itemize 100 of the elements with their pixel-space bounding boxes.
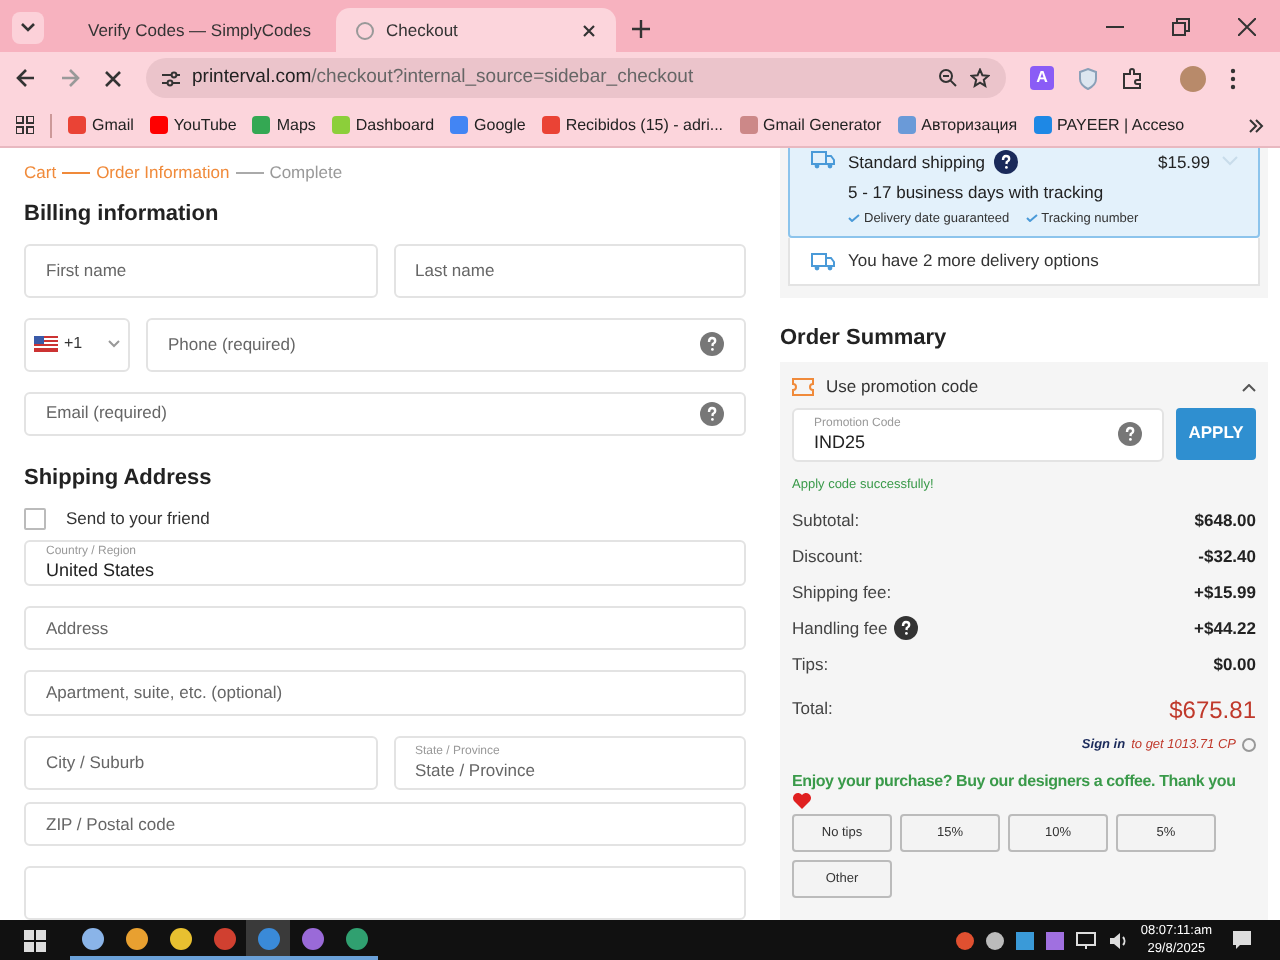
bookmark-icon — [897, 116, 916, 134]
zoom-icon[interactable] — [938, 68, 958, 88]
bookmark-icon — [68, 116, 86, 134]
site-settings-icon[interactable] — [162, 69, 180, 87]
country-code-select[interactable]: +1 — [24, 317, 130, 371]
bookmark-icon — [252, 116, 271, 134]
start-icon[interactable] — [24, 929, 46, 951]
bookmark[interactable]: PAYEER | Acceso — [1033, 113, 1185, 137]
summary-value: -$32.40 — [1198, 544, 1256, 570]
section-heading: Billing information — [24, 200, 221, 230]
first-name-field[interactable]: First name — [24, 243, 377, 297]
site-icon — [356, 21, 374, 39]
address-field[interactable]: Address — [24, 605, 746, 651]
shipping-price: $15.99 — [1158, 150, 1210, 176]
bookmark[interactable]: Dashboard — [331, 113, 435, 137]
more-bookmarks-icon[interactable] — [1248, 117, 1264, 133]
info-icon — [993, 150, 1018, 175]
bookmark-icon — [149, 116, 168, 134]
summary-value: $0.00 — [1213, 652, 1256, 678]
total-label: Total: — [792, 696, 833, 722]
truck-icon — [810, 150, 836, 170]
notification-icon[interactable] — [1232, 930, 1252, 950]
bookmark[interactable]: Gmail — [68, 113, 134, 137]
chevron-down-icon — [108, 340, 120, 348]
restore-icon[interactable] — [1172, 18, 1190, 36]
check-icon — [848, 214, 860, 223]
bookmark[interactable]: YouTube — [149, 113, 237, 137]
checkbox[interactable] — [24, 508, 46, 531]
truck-icon — [810, 251, 836, 272]
help-icon — [1242, 737, 1256, 752]
summary-label: Shipping fee: — [792, 580, 892, 606]
summary-label: Subtotal: — [792, 508, 860, 534]
volume-icon[interactable] — [1108, 931, 1129, 949]
summary-value: +$15.99 — [1194, 580, 1256, 606]
zip-field[interactable]: ZIP / Postal code — [24, 801, 746, 847]
field-placeholder: City / Suburb — [46, 753, 147, 771]
email-field[interactable]: Email (required) — [24, 391, 746, 436]
last-name-field[interactable]: Last name — [393, 243, 746, 297]
summary-value: +$44.22 — [1194, 616, 1256, 642]
bookmark[interactable]: Maps — [252, 113, 316, 137]
field-value: United States — [46, 561, 157, 580]
ticket-icon — [792, 378, 814, 397]
bookmark[interactable]: Google — [450, 113, 526, 137]
field-value: IND25 — [814, 433, 868, 452]
field-placeholder: Email (required) — [46, 404, 169, 422]
phone-field[interactable]: Phone (required) — [146, 317, 746, 371]
bookmark[interactable]: Авторизация — [897, 113, 1018, 137]
address-bar[interactable]: printerval.com/checkout?internal_source=sidebar_checkout — [146, 58, 1006, 98]
close-window-icon[interactable] — [1238, 18, 1256, 36]
city-field[interactable]: City / Suburb — [24, 735, 377, 790]
promo-toggle[interactable]: Use promotion code — [792, 373, 1256, 402]
summary-label: Handling fee — [792, 616, 888, 642]
browser-tab[interactable]: Verify Codes — SimplyCodes — [56, 8, 336, 52]
tab-list-icon[interactable] — [12, 12, 44, 44]
field-placeholder: Last name — [415, 261, 497, 279]
total-value: $675.81 — [1169, 693, 1256, 727]
field-placeholder: Phone (required) — [168, 335, 298, 353]
field-placeholder: Address — [46, 619, 111, 637]
stop-icon[interactable] — [104, 69, 122, 87]
extension-icon[interactable]: A — [1030, 66, 1054, 90]
heart-icon — [792, 792, 812, 811]
field-placeholder: Apartment, suite, etc. (optional) — [46, 684, 285, 702]
bookmark-icon — [331, 116, 350, 134]
tab-title: Verify Codes — SimplyCodes — [88, 17, 311, 43]
url-text: printerval.com/checkout?internal_source=sidebar_checkout — [192, 63, 696, 92]
bookmark-icon — [1033, 116, 1052, 134]
summary-label: Tips: — [792, 652, 829, 678]
summary-value: $648.00 — [1194, 508, 1256, 534]
new-tab-icon[interactable] — [632, 20, 650, 38]
bookmark-icon — [541, 116, 560, 134]
section-heading: Order Summary — [780, 324, 949, 355]
help-icon — [700, 401, 724, 426]
country-code: +1 — [64, 332, 83, 356]
network-icon[interactable] — [1076, 931, 1097, 949]
help-icon — [1118, 422, 1142, 447]
tab-title: Checkout — [386, 17, 460, 43]
field-placeholder: State / Province — [415, 761, 538, 779]
apply-button[interactable]: APPLY — [1176, 407, 1256, 460]
more-delivery-options[interactable]: You have 2 more delivery options — [788, 238, 1260, 287]
field-placeholder: First name — [46, 261, 129, 279]
checkout-step: Order Information — [96, 159, 230, 185]
bookmark-icon — [739, 116, 758, 134]
checkout-step: Complete — [269, 159, 343, 185]
apps-icon[interactable] — [16, 116, 34, 134]
flag-icon — [34, 336, 58, 352]
menu-icon[interactable] — [1230, 67, 1236, 89]
notes-field[interactable] — [24, 866, 746, 920]
section-heading: Shipping Address — [24, 463, 214, 494]
bookmark[interactable]: Gmail Generator — [739, 113, 882, 137]
field-placeholder: ZIP / Postal code — [46, 815, 178, 833]
shipping-duration: 5 - 17 business days with tracking — [848, 179, 1106, 205]
apartment-field[interactable]: Apartment, suite, etc. (optional) — [24, 670, 746, 716]
bookmark[interactable]: Recibidos (15) - adri... — [541, 113, 724, 137]
puzzle-icon[interactable] — [1122, 67, 1144, 89]
browser-tab[interactable]: Checkout — [336, 8, 616, 52]
back-icon[interactable] — [16, 68, 36, 88]
bookmark-icon — [450, 116, 469, 134]
star-icon[interactable] — [970, 68, 990, 88]
tip-prompt: Enjoy your purchase? Buy our designers a coffee. Thank you — [792, 770, 1238, 793]
close-icon[interactable] — [582, 23, 596, 37]
